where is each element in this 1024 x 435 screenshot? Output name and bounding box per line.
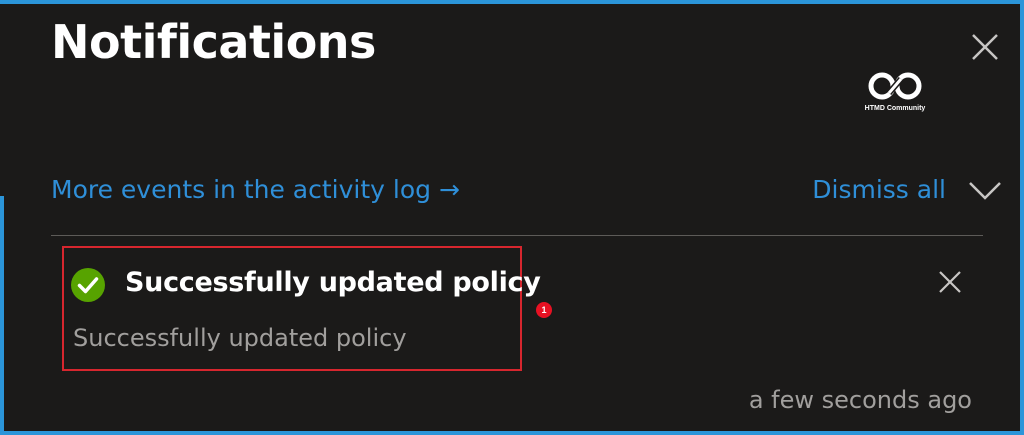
close-panel-button[interactable] xyxy=(962,26,1006,70)
htmd-logo-icon xyxy=(868,72,922,100)
panel-title: Notifications xyxy=(51,15,376,69)
notification-message: Successfully updated policy xyxy=(73,324,407,352)
notification-status xyxy=(70,267,106,303)
dismiss-all-button[interactable]: Dismiss all xyxy=(812,170,946,210)
activity-log-link[interactable]: More events in the activity log → xyxy=(51,170,460,210)
close-icon xyxy=(939,271,961,293)
notification-timestamp: a few seconds ago xyxy=(748,386,972,414)
chevron-down-icon xyxy=(969,182,1001,200)
collapse-button[interactable] xyxy=(966,176,1004,206)
check-circle-icon xyxy=(71,268,105,302)
watermark-text: HTMD Community xyxy=(864,105,926,112)
panel-border-accent xyxy=(0,196,4,435)
step-badge: 1 xyxy=(536,302,552,318)
close-icon xyxy=(972,34,998,60)
notification-title: Successfully updated policy xyxy=(125,267,541,298)
close-notification-button[interactable] xyxy=(934,266,966,298)
htmd-watermark: HTMD Community xyxy=(860,66,930,122)
divider xyxy=(51,235,983,236)
